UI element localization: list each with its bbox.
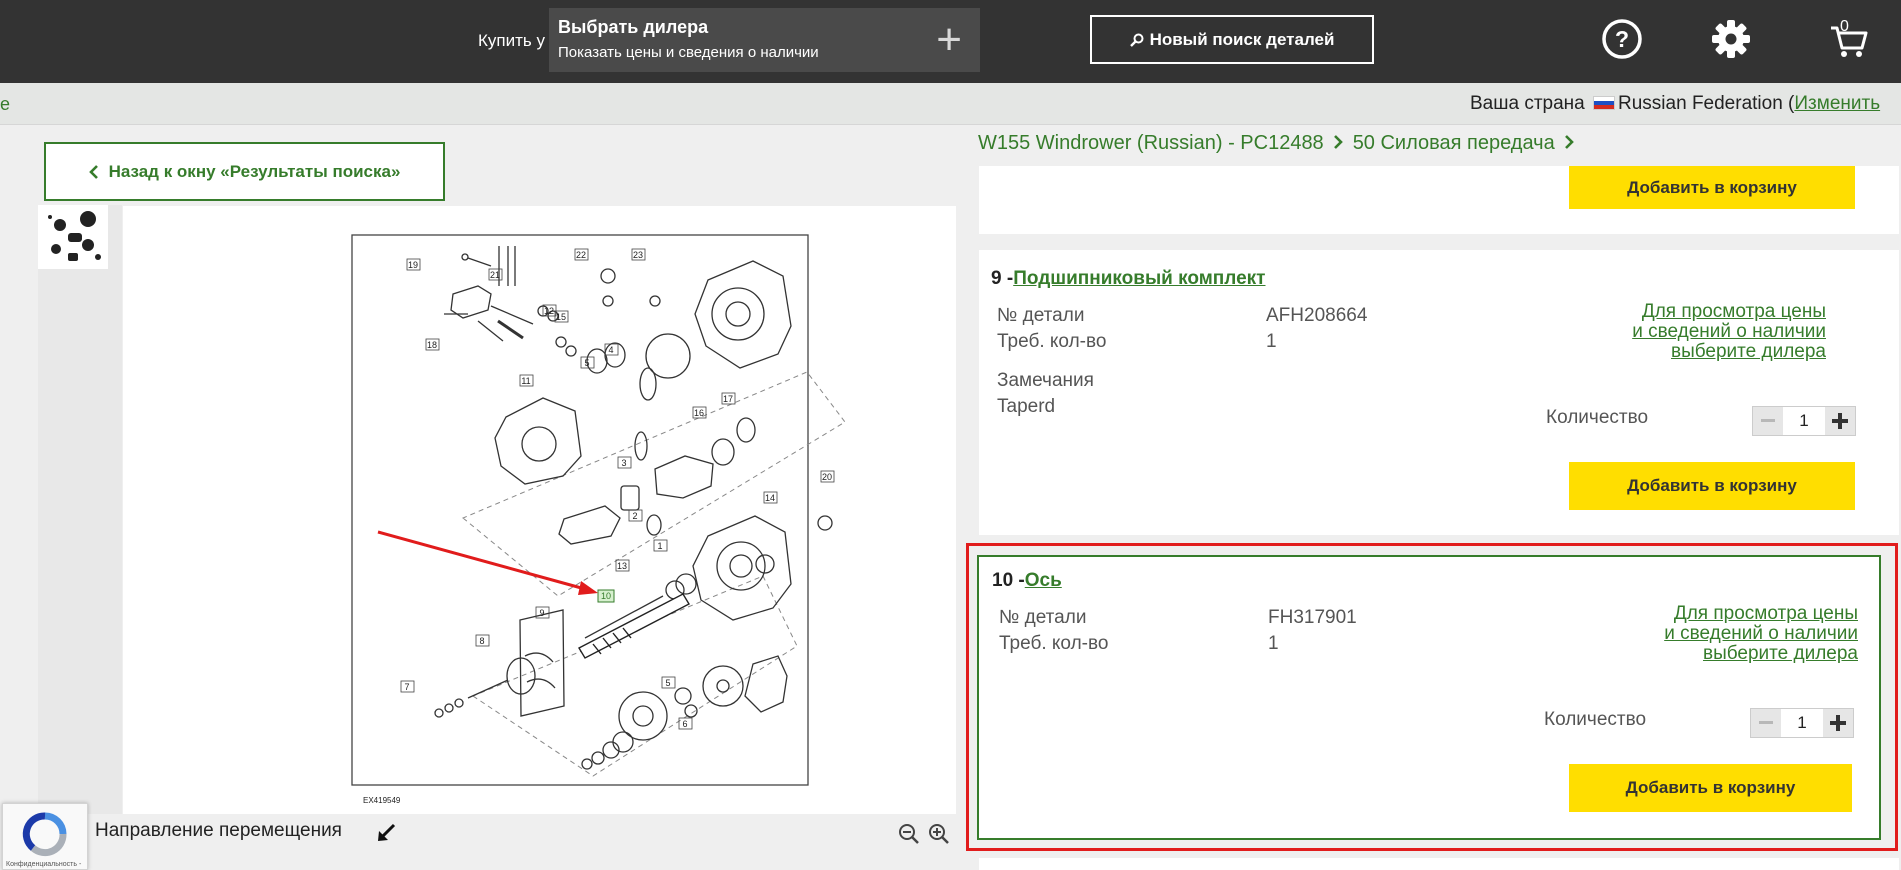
svg-text:8: 8 [479,636,484,646]
req-qty-value: 1 [1268,633,1279,654]
breadcrumb-item-model[interactable]: W155 Windrower (Russian) - PC12488 [978,132,1324,155]
svg-text:21: 21 [490,270,500,280]
svg-text:10: 10 [601,591,611,601]
quantity-stepper[interactable]: 1 [1752,406,1856,436]
part-no-label: № детали [997,305,1085,326]
svg-text:15: 15 [556,312,566,322]
country-bar: Ваша страна Russian Federation (Изменить [0,83,1901,125]
part-number-index: 9 - [991,268,1014,289]
russia-flag-icon [1593,96,1616,110]
recaptcha-privacy-text[interactable]: Конфиденциальность - [6,861,81,868]
country-name: Russian Federation ( [1618,93,1795,114]
cart-icon[interactable] [1826,16,1872,62]
recaptcha-badge[interactable]: Конфиденциальность - [2,803,88,870]
svg-text:5: 5 [584,358,589,368]
chevron-left-icon [88,164,98,179]
left-edge-link[interactable]: е [0,94,10,115]
svg-text:12: 12 [544,306,554,316]
part-title: 10 -Ось [992,570,1062,592]
part-title: 9 -Подшипниковый комплект [991,268,1266,290]
recaptcha-icon [22,812,67,857]
part-name-link[interactable]: Подшипниковый комплект [1013,268,1265,289]
minus-icon[interactable] [1753,407,1783,435]
dealer-subtitle: Показать цены и сведения о наличии [558,44,819,61]
remarks-value: Taperd [997,396,1056,417]
svg-text:16: 16 [694,408,704,418]
svg-text:11: 11 [521,376,530,386]
breadcrumb-item-section[interactable]: 50 Силовая передача [1353,132,1555,155]
back-button-label: Назад к окну «Результаты поиска» [108,161,401,181]
plus-icon[interactable] [1825,407,1855,435]
req-qty-label: Треб. кол-во [999,633,1109,654]
select-dealer-price-link[interactable]: Для просмотра цены и сведений о наличии … [1658,604,1858,664]
add-to-cart-button[interactable]: Добавить в корзину [1569,166,1855,209]
select-dealer-price-link[interactable]: Для просмотра цены и сведений о наличии … [1626,302,1826,362]
quantity-label: Количество [1544,709,1647,730]
svg-text:18: 18 [427,340,437,350]
arrow-down-left-icon[interactable] [376,823,396,848]
plus-icon: + [936,15,962,64]
svg-text:9: 9 [539,608,544,618]
quantity-value[interactable]: 1 [1781,709,1823,737]
new-parts-search-button[interactable]: Новый поиск деталей [1090,15,1374,64]
part-name-link[interactable]: Ось [1025,570,1062,591]
svg-text:19: 19 [408,260,418,270]
dealer-title: Выбрать дилера [558,17,709,37]
new-search-label: Новый поиск деталей [1149,29,1335,49]
svg-text:7: 7 [404,682,409,692]
country-indicator: Ваша страна Russian Federation (Изменить [1470,93,1880,115]
add-to-cart-button[interactable]: Добавить в корзину [1569,764,1852,812]
svg-text:14: 14 [765,493,775,503]
part-card-next [979,858,1899,870]
change-country-link[interactable]: Изменить [1794,93,1880,114]
part-no-value: AFH208664 [1266,305,1368,326]
svg-text:5: 5 [665,678,670,688]
parts-diagram[interactable]: 19 21 22 23 12 15 18 11 5 4 16 17 3 2 20 14 13 1 9 8 75… [123,206,956,814]
select-dealer-button[interactable]: Выбрать дилера Показать цены и сведения … [549,8,980,72]
quantity-stepper[interactable]: 1 [1750,708,1854,738]
svg-text:6: 6 [682,719,687,729]
svg-text:3: 3 [621,458,626,468]
zoom-in-icon[interactable] [928,823,950,850]
diagram-code: EX419549 [363,796,401,805]
back-to-results-button[interactable]: Назад к окну «Результаты поиска» [44,142,445,201]
diagram-thumbnail[interactable] [38,205,108,269]
thumbnail-column [38,205,122,870]
navigation-direction-label: Направление перемещения [95,820,342,841]
minus-icon[interactable] [1751,709,1781,737]
help-icon[interactable]: ? [1599,16,1645,62]
plus-icon[interactable] [1823,709,1853,737]
search-icon [1129,33,1144,47]
quantity-value[interactable]: 1 [1783,407,1825,435]
svg-text:4: 4 [608,345,613,355]
part-number-index: 10 - [992,570,1025,591]
req-qty-value: 1 [1266,331,1277,352]
chevron-right-icon [1333,132,1343,155]
zoom-out-icon[interactable] [898,823,920,850]
svg-text:17: 17 [723,394,733,404]
cart-count: 0 [1840,18,1849,35]
gear-icon[interactable] [1708,16,1754,62]
quantity-label: Количество [1546,407,1649,428]
svg-text:2: 2 [632,511,637,521]
svg-text:?: ? [1615,26,1629,52]
svg-text:20: 20 [822,472,832,482]
chevron-right-icon [1564,132,1574,155]
top-header: Купить у Выбрать дилера Показать цены и … [0,0,1901,83]
part-no-label: № детали [999,607,1087,628]
add-to-cart-button[interactable]: Добавить в корзину [1569,462,1855,510]
buy-from-label: Купить у [478,31,545,50]
remarks-label: Замечания [997,370,1094,391]
svg-text:1: 1 [657,541,662,551]
svg-text:23: 23 [633,250,643,260]
svg-text:22: 22 [576,250,586,260]
svg-text:13: 13 [617,561,627,571]
part-no-value: FH317901 [1268,607,1357,628]
breadcrumb: W155 Windrower (Russian) - PC12488 50 Си… [978,132,1574,155]
req-qty-label: Треб. кол-во [997,331,1107,352]
country-prefix: Ваша страна [1470,93,1585,114]
